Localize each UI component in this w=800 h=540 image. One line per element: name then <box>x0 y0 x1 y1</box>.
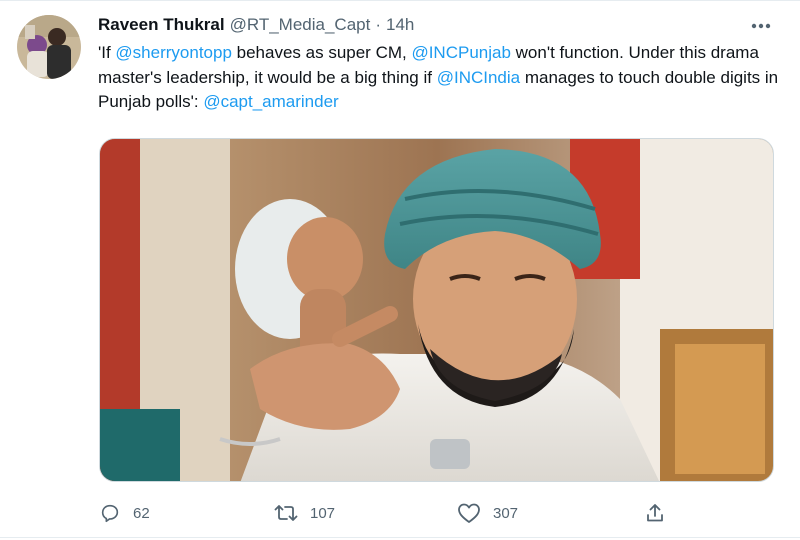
tweet-card[interactable]: Raveen Thukral @RT_Media_Capt · 14h 'If … <box>0 0 800 540</box>
heart-icon <box>457 502 481 524</box>
avatar[interactable] <box>17 15 81 79</box>
more-options-button[interactable] <box>744 10 778 40</box>
retweet-button[interactable]: 107 <box>274 498 335 528</box>
share-upload-icon <box>644 502 666 524</box>
mention-link[interactable]: @sherryontopp <box>115 43 232 62</box>
more-horizontal-icon <box>751 16 771 34</box>
like-count: 307 <box>493 504 519 522</box>
like-button[interactable]: 307 <box>457 498 518 528</box>
tweet-actions: 62 107 307 <box>99 498 699 528</box>
author-name[interactable]: Raveen Thukral <box>98 14 225 36</box>
divider <box>0 0 800 1</box>
separator-dot: · <box>375 15 382 34</box>
author-handle[interactable]: @RT_Media_Capt <box>230 14 371 36</box>
mention-link[interactable]: @capt_amarinder <box>203 92 338 111</box>
reply-button[interactable]: 62 <box>99 498 150 528</box>
tweet-photo[interactable] <box>99 138 774 482</box>
share-button[interactable] <box>644 498 666 528</box>
tweet-text: 'If @sherryontopp behaves as super CM, @… <box>98 41 788 115</box>
mention-link[interactable]: @INCPunjab <box>411 43 510 62</box>
retweet-arrows-icon <box>274 502 298 524</box>
tweet-text-segment: 'If <box>98 43 116 62</box>
reply-bubble-icon <box>99 502 121 524</box>
mention-link[interactable]: @INCIndia <box>437 68 520 87</box>
tweet-header: Raveen Thukral @RT_Media_Capt · 14h <box>98 14 414 36</box>
tweet-text-segment: behaves as super CM, <box>231 43 412 62</box>
reply-count: 62 <box>133 504 150 522</box>
divider <box>0 537 800 538</box>
retweet-count: 107 <box>310 504 336 522</box>
timestamp[interactable]: 14h <box>386 14 414 36</box>
